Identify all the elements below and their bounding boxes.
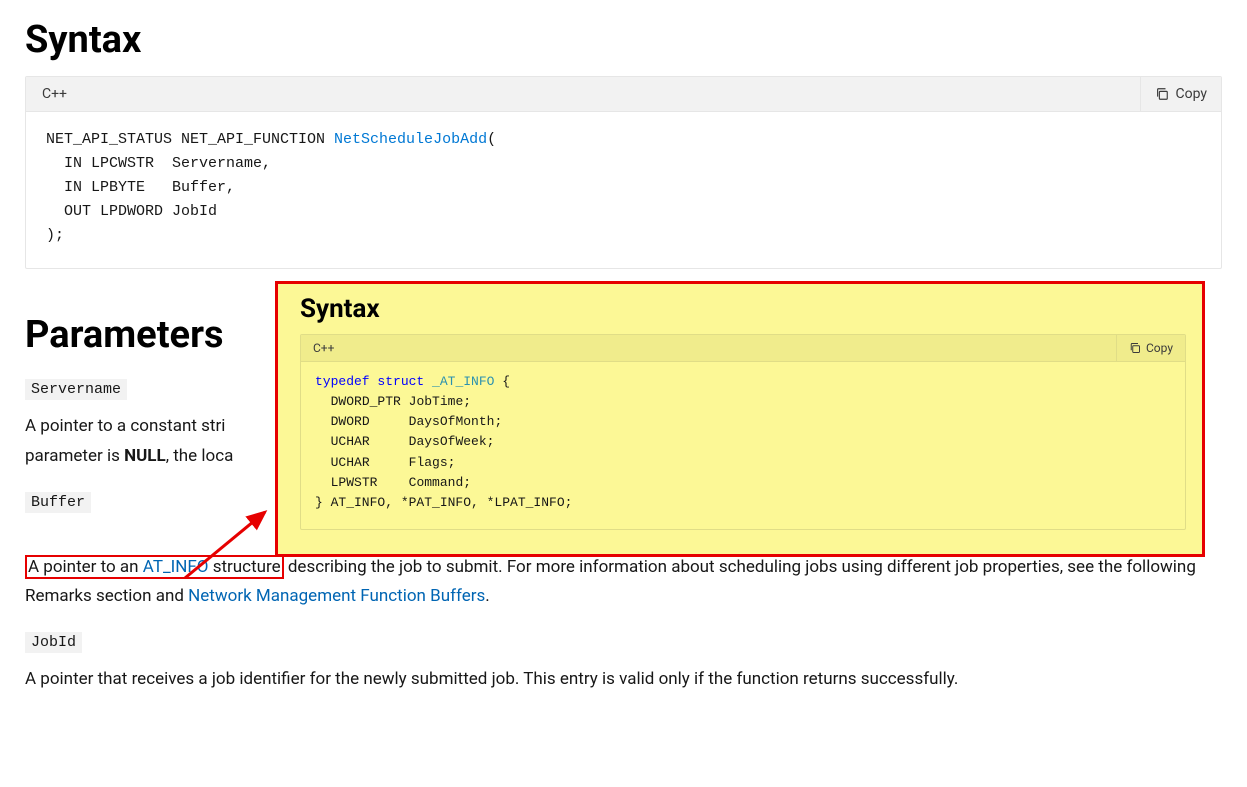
param-name-jobid: JobId: [25, 632, 82, 653]
highlighted-text: A pointer to an AT_INFO structure: [25, 555, 284, 579]
code-language-label: C++: [26, 86, 83, 102]
copy-label: Copy: [1175, 86, 1207, 102]
overlay-popup-at-info: Syntax C++ Copy typedef struct _AT_INFO …: [275, 281, 1205, 557]
link-at-info[interactable]: AT_INFO: [143, 557, 209, 577]
copy-icon: [1155, 87, 1169, 101]
overlay-heading-syntax: Syntax: [300, 294, 1186, 324]
link-nm-function-buffers[interactable]: Network Management Function Buffers: [188, 586, 485, 606]
code-block-main: C++ Copy NET_API_STATUS NET_API_FUNCTION…: [25, 76, 1222, 269]
heading-syntax: Syntax: [25, 0, 1222, 76]
overlay-code-block: C++ Copy typedef struct _AT_INFO { DWORD…: [300, 334, 1186, 530]
overlay-code-header: C++ Copy: [301, 335, 1185, 362]
overlay-code-content: typedef struct _AT_INFO { DWORD_PTR JobT…: [301, 362, 1185, 529]
overlay-copy-label: Copy: [1146, 341, 1173, 355]
overlay-code-language-label: C++: [301, 341, 346, 355]
overlay-copy-button[interactable]: Copy: [1116, 335, 1185, 361]
code-content: NET_API_STATUS NET_API_FUNCTION NetSched…: [26, 112, 1221, 268]
param-desc-jobid: A pointer that receives a job identifier…: [25, 665, 1222, 695]
param-name-buffer: Buffer: [25, 492, 91, 513]
param-desc-buffer: A pointer to an AT_INFO structure descri…: [25, 553, 1222, 613]
code-header: C++ Copy: [26, 77, 1221, 112]
param-name-servername: Servername: [25, 379, 127, 400]
copy-button[interactable]: Copy: [1140, 77, 1221, 111]
copy-icon: [1129, 342, 1141, 354]
